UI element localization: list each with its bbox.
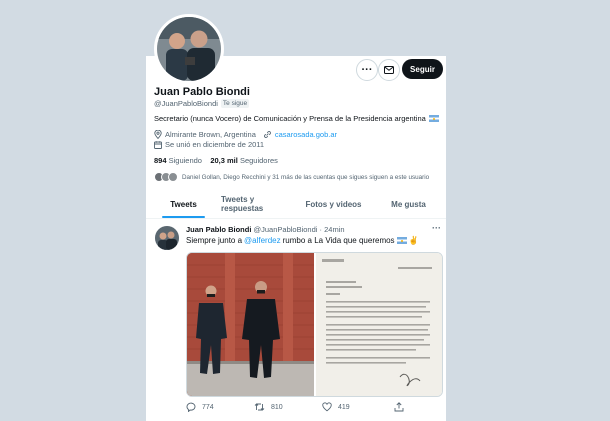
location-icon <box>154 130 162 139</box>
tweet-avatar[interactable] <box>155 226 179 250</box>
profile-name: Juan Pablo Biondi <box>154 86 250 98</box>
reply-icon <box>186 402 196 412</box>
profile-handle-row: @JuanPabloBiondi Te sigue <box>154 99 250 108</box>
mail-icon <box>384 66 394 74</box>
more-options-button[interactable]: ··· <box>356 59 378 81</box>
reply-button[interactable]: 774 <box>186 402 254 412</box>
tweet-text: Siempre junto a @alferdez rumbo a La Vid… <box>186 236 419 245</box>
like-button[interactable]: 419 <box>322 402 394 412</box>
retweet-icon <box>254 402 265 412</box>
followers-label: Seguidores <box>239 156 278 165</box>
following-label: Siguiendo <box>168 156 202 165</box>
reply-count: 774 <box>202 403 214 411</box>
tweet-photo-walking[interactable] <box>187 253 314 396</box>
tab-media[interactable]: Fotos y videos <box>296 190 371 218</box>
followers-count: 20,3 mil <box>210 156 238 165</box>
tab-likes[interactable]: Me gusta <box>371 190 446 218</box>
like-icon <box>322 402 332 412</box>
profile-card: ··· Seguir Juan Pablo Biondi @JuanPabloB… <box>146 0 446 421</box>
like-count: 419 <box>338 403 350 411</box>
tweet-text-start: Siempre junto a <box>186 236 243 245</box>
follow-button[interactable]: Seguir <box>402 59 443 79</box>
profile-location: Almirante Brown, Argentina <box>165 130 256 139</box>
tweet-text-end: rumbo a La Vida que queremos <box>282 236 395 245</box>
link-icon <box>263 130 272 139</box>
profile-joined: Se unió en diciembre de 2011 <box>165 140 265 149</box>
retweet-button[interactable]: 810 <box>254 402 322 412</box>
tab-tweets-and-replies[interactable]: Tweets y respuestas <box>221 190 296 218</box>
profile-website-link[interactable]: casarosada.gob.ar <box>275 130 337 139</box>
calendar-icon <box>154 140 162 149</box>
bio-text: Secretario (nunca Vocero) de Comunicació… <box>154 114 426 123</box>
tweet-media[interactable] <box>186 252 443 397</box>
tweet-separator: · <box>319 225 323 234</box>
tweet-author-handle[interactable]: @JuanPabloBiondi <box>254 225 318 234</box>
follows-you-badge: Te sigue <box>220 99 250 108</box>
argentina-flag-emoji-icon <box>396 237 407 244</box>
victory-hand-icon: ✌ <box>408 236 419 245</box>
profile-tabs: Tweets Tweets y respuestas Fotos y video… <box>146 190 446 219</box>
tweet-time[interactable]: 24min <box>324 225 344 234</box>
tweet-mention-link[interactable]: @alferdez <box>244 236 281 245</box>
tweet-photo-letter[interactable] <box>316 253 442 396</box>
message-button[interactable] <box>378 59 400 81</box>
retweet-count: 810 <box>271 403 283 411</box>
profile-avatar[interactable] <box>154 14 224 84</box>
profile-handle: @JuanPabloBiondi <box>154 99 218 108</box>
known-followers-text: Daniel Gollan, Diego Recchini y 31 más d… <box>182 173 430 181</box>
tweet-header: Juan Pablo Biondi @JuanPabloBiondi · 24m… <box>186 225 345 234</box>
share-icon <box>394 402 404 412</box>
profile-meta-joined-row: Se unió en diciembre de 2011 <box>154 140 264 149</box>
following-count: 894 <box>154 156 167 165</box>
known-followers[interactable]: Daniel Gollan, Diego Recchini y 31 más d… <box>154 172 429 182</box>
followers-link[interactable]: 20,3 mil Seguidores <box>210 156 278 165</box>
following-link[interactable]: 894 Siguiendo <box>154 156 202 165</box>
more-icon: ··· <box>361 63 373 76</box>
known-followers-avatars <box>154 172 178 182</box>
profile-meta-location-row: Almirante Brown, Argentina casarosada.go… <box>154 130 337 139</box>
tweet-more-icon[interactable]: ··· <box>432 223 441 233</box>
follow-counts: 894 Siguiendo 20,3 mil Seguidores <box>154 156 278 165</box>
flag-icon <box>428 115 439 122</box>
profile-bio: Secretario (nunca Vocero) de Comunicació… <box>154 114 446 123</box>
tab-tweets[interactable]: Tweets <box>146 190 221 218</box>
tweet[interactable]: Juan Pablo Biondi @JuanPabloBiondi · 24m… <box>146 219 446 421</box>
tweet-actions: 774 810 419 <box>186 402 443 412</box>
tweet-author-name[interactable]: Juan Pablo Biondi <box>186 225 251 234</box>
share-button[interactable] <box>394 402 404 412</box>
